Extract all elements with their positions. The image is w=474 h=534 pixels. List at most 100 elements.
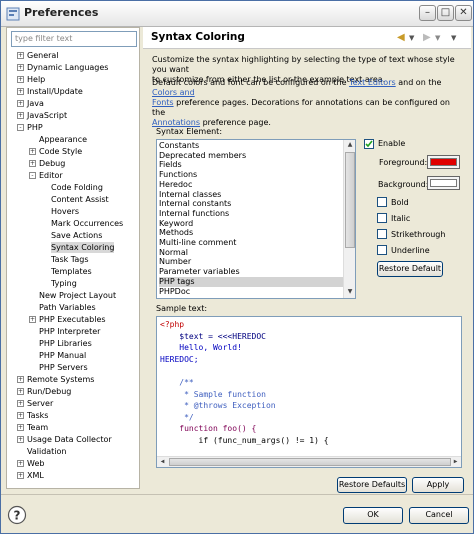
syntax-item[interactable]: Fields xyxy=(159,160,343,170)
tree-item-new-project-layout[interactable]: New Project Layout xyxy=(39,290,116,301)
restore-defaults-button[interactable]: Restore Defaults xyxy=(337,477,407,493)
syntax-item[interactable]: Constants xyxy=(159,141,343,151)
expand-icon[interactable]: + xyxy=(17,460,24,467)
strikethrough-checkbox[interactable] xyxy=(377,229,387,239)
maximize-button[interactable]: □ xyxy=(437,5,454,21)
expand-icon[interactable]: + xyxy=(17,400,24,407)
syntax-item[interactable]: Functions xyxy=(159,170,343,180)
tree-item-debug[interactable]: Debug xyxy=(39,158,65,169)
ok-button[interactable]: OK xyxy=(343,507,403,524)
syntax-item[interactable]: PHPDoc xyxy=(159,287,343,297)
tree-item-web[interactable]: Web xyxy=(27,458,44,469)
sample-scroll-thumb[interactable] xyxy=(169,458,451,466)
scroll-down-icon[interactable]: ▼ xyxy=(345,288,355,297)
tree-item-save-actions[interactable]: Save Actions xyxy=(51,230,102,241)
collapse-icon[interactable]: - xyxy=(29,172,36,179)
foreground-color-button[interactable] xyxy=(427,155,460,169)
apply-button[interactable]: Apply xyxy=(412,477,464,493)
background-color-button[interactable] xyxy=(427,176,460,190)
colors-fonts-link[interactable]: Colors and xyxy=(152,88,195,97)
tree-item-general[interactable]: General xyxy=(27,50,59,61)
back-arrow-icon[interactable]: ◀ xyxy=(397,32,405,43)
expand-icon[interactable]: + xyxy=(17,64,24,71)
expand-icon[interactable]: + xyxy=(17,88,24,95)
help-icon[interactable]: ? xyxy=(7,505,27,525)
close-button[interactable]: ✕ xyxy=(455,5,472,21)
filter-input[interactable]: type filter text xyxy=(11,31,137,47)
enable-checkbox[interactable] xyxy=(364,139,374,149)
expand-icon[interactable]: + xyxy=(29,148,36,155)
expand-icon[interactable]: + xyxy=(17,412,24,419)
list-scrollbar[interactable]: ▲ ▼ xyxy=(343,140,355,298)
cancel-button[interactable]: Cancel xyxy=(409,507,469,524)
expand-icon[interactable]: + xyxy=(17,436,24,443)
tree-item-syntax-coloring[interactable]: Syntax Coloring xyxy=(51,242,115,253)
tree-item-xml[interactable]: XML xyxy=(27,470,44,481)
syntax-item[interactable]: Multi-line comment xyxy=(159,238,343,248)
syntax-item[interactable]: Internal functions xyxy=(159,209,343,219)
view-menu-icon[interactable]: ▼ xyxy=(451,34,456,42)
tree-item-php-servers[interactable]: PHP Servers xyxy=(39,362,88,373)
expand-icon[interactable]: + xyxy=(17,424,24,431)
forward-menu-icon[interactable]: ▼ xyxy=(435,34,440,42)
forward-arrow-icon[interactable]: ▶ xyxy=(423,32,431,43)
expand-icon[interactable]: + xyxy=(17,76,24,83)
tree-item-team[interactable]: Team xyxy=(27,422,48,433)
scroll-up-icon[interactable]: ▲ xyxy=(345,141,355,150)
tree-item-php[interactable]: PHP xyxy=(27,122,43,133)
expand-icon[interactable]: + xyxy=(17,100,24,107)
tree-item-mark-occurrences[interactable]: Mark Occurrences xyxy=(51,218,123,229)
tree-item-code-folding[interactable]: Code Folding xyxy=(51,182,103,193)
syntax-element-list[interactable]: Constants Deprecated members Fields Functio… xyxy=(156,139,356,299)
expand-icon[interactable]: + xyxy=(29,316,36,323)
syntax-item[interactable]: Keyword xyxy=(159,219,343,229)
tree-item-tasks[interactable]: Tasks xyxy=(27,410,48,421)
tree-item-task-tags[interactable]: Task Tags xyxy=(51,254,89,265)
tree-item-help[interactable]: Help xyxy=(27,74,45,85)
expand-icon[interactable]: + xyxy=(17,388,24,395)
sample-scrollbar[interactable]: ◀ ▶ xyxy=(157,456,461,467)
syntax-item[interactable]: Internal classes xyxy=(159,190,343,200)
tree-item-php-interpreter[interactable]: PHP Interpreter xyxy=(39,326,100,337)
tree-item-java[interactable]: Java xyxy=(27,98,44,109)
syntax-item[interactable]: Number xyxy=(159,257,343,267)
scroll-left-icon[interactable]: ◀ xyxy=(158,458,167,466)
tree-item-dynamic-languages[interactable]: Dynamic Languages xyxy=(27,62,108,73)
tree-item-remote-systems[interactable]: Remote Systems xyxy=(27,374,94,385)
tree-item-javascript[interactable]: JavaScript xyxy=(27,110,67,121)
text-editors-link[interactable]: Text Editors xyxy=(349,78,396,87)
tree-item-path-variables[interactable]: Path Variables xyxy=(39,302,96,313)
collapse-icon[interactable]: - xyxy=(17,124,24,131)
syntax-item[interactable]: Methods xyxy=(159,228,343,238)
tree-item-templates[interactable]: Templates xyxy=(51,266,92,277)
tree-item-php-executables[interactable]: PHP Executables xyxy=(39,314,106,325)
minimize-button[interactable]: – xyxy=(419,5,436,21)
expand-icon[interactable]: + xyxy=(17,472,24,479)
tree-item-editor[interactable]: Editor xyxy=(39,170,63,181)
expand-icon[interactable]: + xyxy=(29,160,36,167)
syntax-item[interactable]: PHP tags xyxy=(159,276,343,287)
list-scroll-thumb[interactable] xyxy=(345,152,355,248)
syntax-item[interactable]: Deprecated members xyxy=(159,151,343,161)
tree-item-server[interactable]: Server xyxy=(27,398,53,409)
tree-item-php-libraries[interactable]: PHP Libraries xyxy=(39,338,92,349)
italic-checkbox[interactable] xyxy=(377,213,387,223)
syntax-item[interactable]: Internal constants xyxy=(159,199,343,209)
syntax-item[interactable]: Normal xyxy=(159,248,343,258)
tree-item-validation[interactable]: Validation xyxy=(27,446,67,457)
tree-item-hovers[interactable]: Hovers xyxy=(51,206,79,217)
syntax-item[interactable]: Parameter variables xyxy=(159,267,343,277)
restore-default-button[interactable]: Restore Default xyxy=(377,261,443,277)
bold-checkbox[interactable] xyxy=(377,197,387,207)
sample-text-area[interactable]: <?php $text = <<<HEREDOC Hello, World! HE… xyxy=(156,316,462,468)
back-menu-icon[interactable]: ▼ xyxy=(409,34,414,42)
syntax-item[interactable]: Heredoc xyxy=(159,180,343,190)
tree-item-php-manual[interactable]: PHP Manual xyxy=(39,350,86,361)
tree-item-usage-data-collector[interactable]: Usage Data Collector xyxy=(27,434,112,445)
tree-item-appearance[interactable]: Appearance xyxy=(39,134,87,145)
tree-item-install-update[interactable]: Install/Update xyxy=(27,86,83,97)
tree-item-run-debug[interactable]: Run/Debug xyxy=(27,386,71,397)
expand-icon[interactable]: + xyxy=(17,112,24,119)
scroll-right-icon[interactable]: ▶ xyxy=(451,458,460,466)
tree-item-content-assist[interactable]: Content Assist xyxy=(51,194,109,205)
